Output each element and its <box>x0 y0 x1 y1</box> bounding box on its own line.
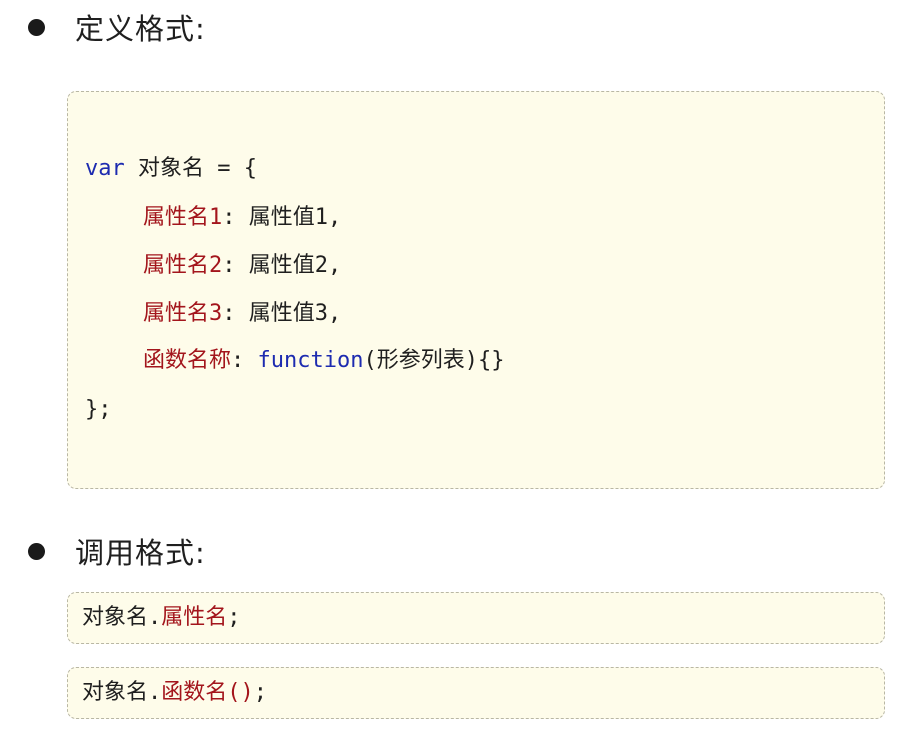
define-format-title: 定义格式: <box>75 12 206 46</box>
code-line-3: 属性名2: 属性值2, <box>85 251 341 281</box>
object-definition-code-block: var 对象名 = { 属性名1: 属性值1, 属性名2: 属性值2, 属性名3… <box>67 91 885 489</box>
bullet-icon <box>28 542 45 560</box>
property-name: 属性名1 <box>143 205 223 230</box>
var-keyword: var <box>85 156 125 181</box>
code-text: ; <box>227 605 241 630</box>
code-text: 对象名 = { <box>124 156 257 181</box>
code-text: (形参列表){} <box>363 348 505 373</box>
code-line: 对象名.属性名; <box>82 603 241 633</box>
code-text: : 属性值2, <box>222 253 342 278</box>
object-name: 对象名. <box>82 605 162 630</box>
method-call-code-block: 对象名.函数名(); <box>67 667 885 719</box>
call-format-title: 调用格式: <box>75 536 206 570</box>
code-text: }; <box>85 397 112 422</box>
code-text: : 属性值3, <box>222 301 342 326</box>
property-name: 属性名 <box>161 605 228 630</box>
object-name: 对象名. <box>82 680 162 705</box>
call-format-heading: 调用格式: <box>28 530 206 572</box>
code-line: 对象名.函数名(); <box>82 678 267 708</box>
method-name: 函数名() <box>161 680 254 705</box>
code-text: ; <box>253 680 267 705</box>
property-name: 属性名3 <box>143 301 223 326</box>
property-access-code-block: 对象名.属性名; <box>67 592 885 644</box>
code-line-4: 属性名3: 属性值3, <box>85 299 341 329</box>
code-text: : 属性值1, <box>222 205 342 230</box>
function-property-name: 函数名称 <box>143 348 232 373</box>
property-name: 属性名2 <box>143 253 223 278</box>
code-text: : <box>231 348 258 373</box>
function-keyword: function <box>257 348 364 373</box>
code-line-2: 属性名1: 属性值1, <box>85 203 341 233</box>
bullet-icon <box>28 18 45 36</box>
code-line-5: 函数名称: function(形参列表){} <box>85 346 504 376</box>
code-line-1: var 对象名 = { <box>85 154 257 184</box>
code-line-6: }; <box>85 395 112 425</box>
define-format-heading: 定义格式: <box>28 6 206 48</box>
